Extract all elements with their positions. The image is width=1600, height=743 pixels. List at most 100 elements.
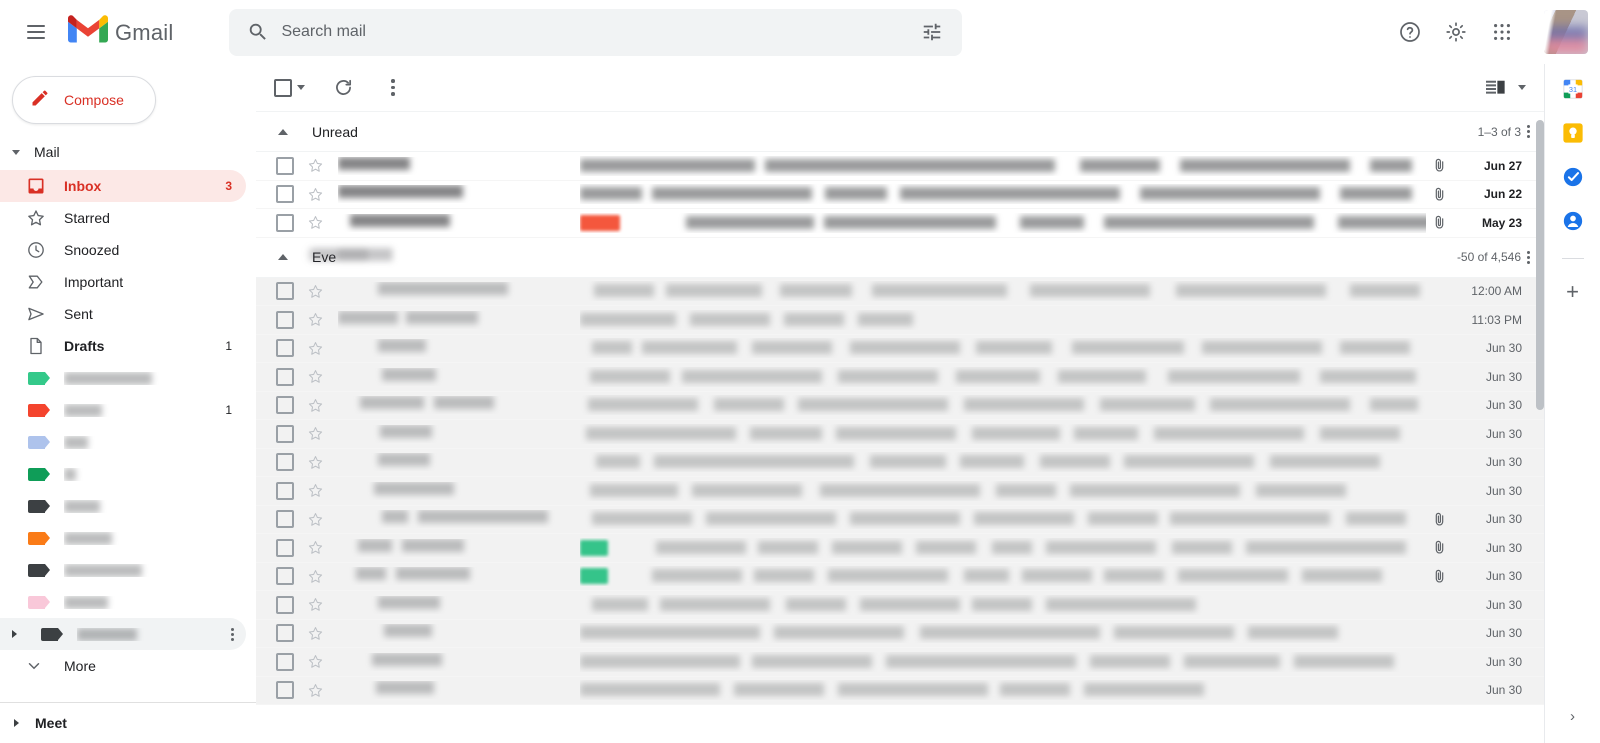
row-checkbox[interactable]: [276, 595, 294, 614]
row-checkbox[interactable]: [276, 339, 294, 358]
chevron-right-icon[interactable]: [12, 630, 17, 638]
row-checkbox[interactable]: [276, 396, 294, 415]
google-keep-icon[interactable]: [1562, 122, 1584, 144]
hamburger-menu-icon[interactable]: [14, 10, 58, 54]
help-circle-icon[interactable]: [1388, 10, 1432, 54]
star-outline-icon[interactable]: [306, 396, 324, 414]
sidebar-item-inbox[interactable]: Inbox 3: [0, 170, 246, 202]
sidebar-label-8[interactable]: [0, 586, 246, 618]
sidebar-label-1[interactable]: [0, 362, 246, 394]
email-row[interactable]: Jun 30: [256, 477, 1544, 506]
email-row[interactable]: Jun 30: [256, 334, 1544, 363]
star-outline-icon[interactable]: [306, 157, 324, 175]
attachment-clip-icon[interactable]: [1426, 186, 1452, 203]
row-checkbox[interactable]: [276, 453, 294, 472]
email-row[interactable]: Jun 30: [256, 505, 1544, 534]
star-outline-icon[interactable]: [306, 653, 324, 671]
row-checkbox[interactable]: [276, 185, 294, 204]
email-row[interactable]: 12:00 AM: [256, 277, 1544, 306]
sidebar-item-more[interactable]: More: [0, 650, 246, 682]
row-checkbox[interactable]: [276, 424, 294, 443]
email-row[interactable]: Jun 27: [256, 152, 1544, 181]
email-row[interactable]: Jun 30: [256, 619, 1544, 648]
row-checkbox[interactable]: [276, 156, 294, 175]
star-outline-icon[interactable]: [306, 282, 324, 300]
sidebar-label-2[interactable]: 1: [0, 394, 246, 426]
star-outline-icon[interactable]: [306, 539, 324, 557]
sidebar-label-4[interactable]: [0, 458, 246, 490]
google-contacts-icon[interactable]: [1562, 210, 1584, 232]
row-checkbox[interactable]: [276, 510, 294, 529]
apps-grid-icon[interactable]: [1480, 10, 1524, 54]
chevron-up-icon[interactable]: [278, 254, 288, 260]
attachment-clip-icon[interactable]: [1426, 157, 1452, 174]
star-outline-icon[interactable]: [306, 185, 324, 203]
row-checkbox[interactable]: [276, 367, 294, 386]
row-checkbox[interactable]: [276, 567, 294, 586]
email-row[interactable]: Jun 30: [256, 591, 1544, 620]
star-outline-icon[interactable]: [306, 482, 324, 500]
google-calendar-icon[interactable]: 31: [1562, 78, 1584, 100]
sidebar-item-important[interactable]: Important: [0, 266, 246, 298]
checkbox-icon[interactable]: [274, 78, 292, 97]
chevron-down-icon[interactable]: [297, 85, 305, 90]
email-row[interactable]: Jun 30: [256, 391, 1544, 420]
row-checkbox[interactable]: [276, 681, 294, 700]
attachment-clip-icon[interactable]: [1426, 568, 1452, 585]
sidebar-label-3[interactable]: [0, 426, 246, 458]
gmail-brand[interactable]: Gmail: [68, 14, 173, 50]
chevron-down-icon[interactable]: [1518, 85, 1526, 90]
star-outline-icon[interactable]: [306, 368, 324, 386]
star-outline-icon[interactable]: [306, 596, 324, 614]
email-row[interactable]: Jun 30: [256, 562, 1544, 591]
list-scrollbar[interactable]: [1536, 120, 1544, 410]
section-menu-kebab-icon[interactable]: [1527, 125, 1530, 138]
star-outline-icon[interactable]: [306, 425, 324, 443]
row-checkbox[interactable]: [276, 538, 294, 557]
email-row[interactable]: May 23: [256, 209, 1544, 238]
search-box[interactable]: [229, 8, 963, 56]
email-row[interactable]: Jun 30: [256, 648, 1544, 677]
chevron-right-icon[interactable]: ›: [1570, 708, 1575, 725]
compose-button[interactable]: Compose: [12, 76, 156, 124]
attachment-clip-icon[interactable]: [1426, 539, 1452, 556]
star-outline-icon[interactable]: [306, 339, 324, 357]
select-all-checkbox[interactable]: [270, 78, 309, 97]
row-checkbox[interactable]: [276, 652, 294, 671]
row-checkbox[interactable]: [276, 310, 294, 329]
mail-section-header[interactable]: Mail: [0, 138, 256, 166]
star-outline-icon[interactable]: [306, 311, 324, 329]
star-outline-icon[interactable]: [306, 624, 324, 642]
row-checkbox[interactable]: [276, 481, 294, 500]
sidebar-item-sent[interactable]: Sent: [0, 298, 246, 330]
sidebar-item-starred[interactable]: Starred: [0, 202, 246, 234]
more-options-kebab-icon[interactable]: [373, 68, 413, 108]
search-options-tune-icon[interactable]: [910, 12, 954, 52]
meet-section-header[interactable]: Meet: [0, 703, 256, 743]
sidebar-item-drafts[interactable]: Drafts 1: [0, 330, 246, 362]
chevron-up-icon[interactable]: [278, 128, 288, 135]
star-outline-icon[interactable]: [306, 567, 324, 585]
sidebar-label-9[interactable]: [0, 618, 246, 650]
add-plus-icon[interactable]: +: [1566, 281, 1579, 303]
search-input[interactable]: [281, 23, 911, 41]
gear-icon[interactable]: [1434, 10, 1478, 54]
row-checkbox[interactable]: [276, 624, 294, 643]
google-tasks-icon[interactable]: [1562, 166, 1584, 188]
email-row[interactable]: Jun 30: [256, 420, 1544, 449]
email-row[interactable]: Jun 30: [256, 448, 1544, 477]
section-menu-kebab-icon[interactable]: [1527, 250, 1530, 264]
email-row[interactable]: 11:03 PM: [256, 306, 1544, 335]
attachment-clip-icon[interactable]: [1426, 511, 1452, 528]
star-outline-icon[interactable]: [306, 510, 324, 528]
star-outline-icon[interactable]: [306, 681, 324, 699]
refresh-icon[interactable]: [323, 68, 363, 108]
account-avatar[interactable]: [1544, 10, 1588, 54]
sidebar-item-snoozed[interactable]: Snoozed: [0, 234, 246, 266]
email-row[interactable]: Jun 22: [256, 180, 1544, 209]
sidebar-label-5[interactable]: [0, 490, 246, 522]
star-outline-icon[interactable]: [306, 214, 324, 232]
email-row[interactable]: Jun 30: [256, 534, 1544, 563]
label-overflow-menu-icon[interactable]: [231, 627, 246, 641]
star-outline-icon[interactable]: [306, 453, 324, 471]
